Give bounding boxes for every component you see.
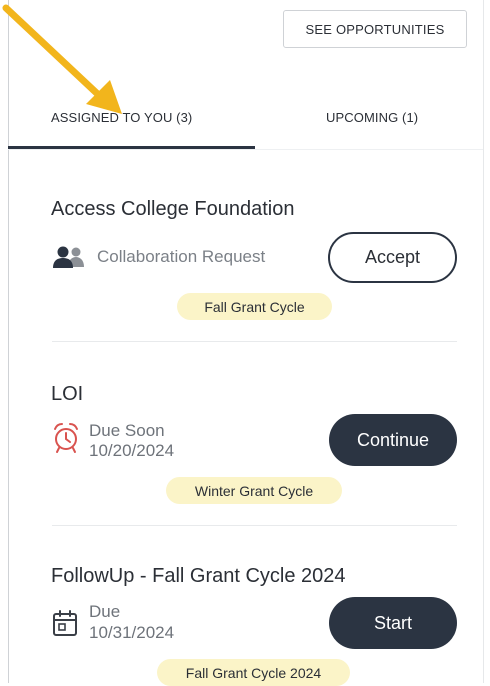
task-title: FollowUp - Fall Grant Cycle 2024 bbox=[51, 565, 346, 587]
task-due-date: 10/31/2024 bbox=[89, 623, 175, 642]
alarm-clock-icon bbox=[54, 423, 78, 453]
grant-cycle-badge: Fall Grant Cycle 2024 bbox=[157, 659, 350, 686]
continue-button[interactable]: Continue bbox=[329, 414, 457, 466]
panel-right-border bbox=[483, 0, 484, 683]
calendar-icon bbox=[53, 610, 77, 636]
task-due-date: 10/20/2024 bbox=[89, 441, 175, 460]
grant-cycle-badge: Fall Grant Cycle bbox=[177, 293, 332, 320]
accept-button[interactable]: Accept bbox=[328, 232, 457, 283]
task-title: LOI bbox=[51, 383, 84, 405]
tab-baseline bbox=[8, 149, 483, 150]
annotation-arrow-icon bbox=[2, 4, 122, 114]
task-status-text: Collaboration Request bbox=[97, 247, 266, 266]
tab-upcoming[interactable]: UPCOMING (1) bbox=[326, 110, 418, 125]
task-status-text: Due bbox=[89, 602, 121, 621]
see-opportunities-button[interactable]: SEE OPPORTUNITIES bbox=[283, 10, 467, 48]
card-divider bbox=[52, 341, 457, 342]
grant-cycle-badge: Winter Grant Cycle bbox=[166, 477, 342, 504]
tab-assigned-to-you[interactable]: ASSIGNED TO YOU (3) bbox=[51, 110, 192, 125]
start-button[interactable]: Start bbox=[329, 597, 457, 649]
card-divider bbox=[52, 525, 457, 526]
users-icon bbox=[53, 246, 84, 268]
task-status-text: Due Soon bbox=[89, 421, 165, 440]
active-tab-indicator bbox=[8, 146, 255, 149]
task-title: Access College Foundation bbox=[51, 198, 295, 220]
